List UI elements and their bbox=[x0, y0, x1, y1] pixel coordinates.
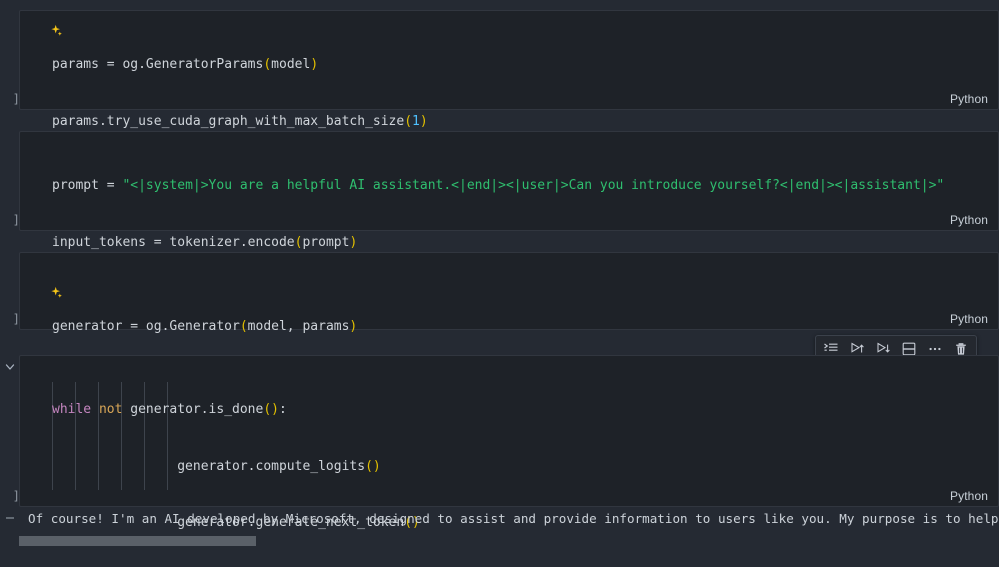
cell-2-execution-count: ] bbox=[12, 212, 20, 227]
cell-3-execution-count: ] bbox=[12, 311, 20, 326]
code-line: generator.compute_logits() bbox=[52, 458, 381, 474]
notebook-cell-2[interactable]: ] prompt = "<|system|>You are a helpful … bbox=[0, 131, 999, 306]
cell-1-language-label[interactable]: Python bbox=[950, 92, 988, 106]
cell-3-language-label[interactable]: Python bbox=[950, 312, 988, 326]
notebook-editor: ] params = og.GeneratorParams(model) par… bbox=[0, 0, 999, 567]
cell-3-editor[interactable]: generator = og.Generator(model, params) … bbox=[19, 252, 999, 334]
output-collapse-icon[interactable] bbox=[3, 513, 17, 526]
cell-4-language-label[interactable]: Python bbox=[950, 489, 988, 503]
code-line: input_tokens = tokenizer.encode(prompt) bbox=[52, 234, 358, 250]
output-horizontal-scrollbar[interactable] bbox=[19, 536, 979, 546]
chevron-down-icon[interactable] bbox=[2, 359, 18, 375]
cell-4-execution-count: ] bbox=[12, 488, 20, 503]
cell-1-editor[interactable]: params = og.GeneratorParams(model) param… bbox=[19, 10, 999, 185]
code-line: params.try_use_cuda_graph_with_max_batch… bbox=[52, 113, 428, 129]
code-line: prompt = "<|system|>You are a helpful AI… bbox=[52, 178, 945, 194]
notebook-cell-3[interactable]: ] generator = og.Generator(model, params… bbox=[0, 252, 999, 334]
cell-2-editor[interactable]: prompt = "<|system|>You are a helpful AI… bbox=[19, 131, 999, 306]
code-line: params = og.GeneratorParams(model) bbox=[52, 57, 319, 73]
code-line: while not generator.is_done(): bbox=[52, 402, 287, 418]
cell-4-editor[interactable]: while not generator.is_done(): generator… bbox=[19, 355, 999, 530]
output-scrollbar-thumb[interactable] bbox=[19, 536, 256, 546]
cell-2-language-label[interactable]: Python bbox=[950, 213, 988, 227]
notebook-cell-4[interactable]: ] while not generator.is_done(): generat… bbox=[0, 355, 999, 530]
cell-1-execution-count: ] bbox=[12, 91, 20, 106]
output-stream-text: Of course! I'm an AI developed by Micros… bbox=[28, 511, 999, 526]
notebook-cell-1[interactable]: ] params = og.GeneratorParams(model) par… bbox=[0, 10, 999, 185]
